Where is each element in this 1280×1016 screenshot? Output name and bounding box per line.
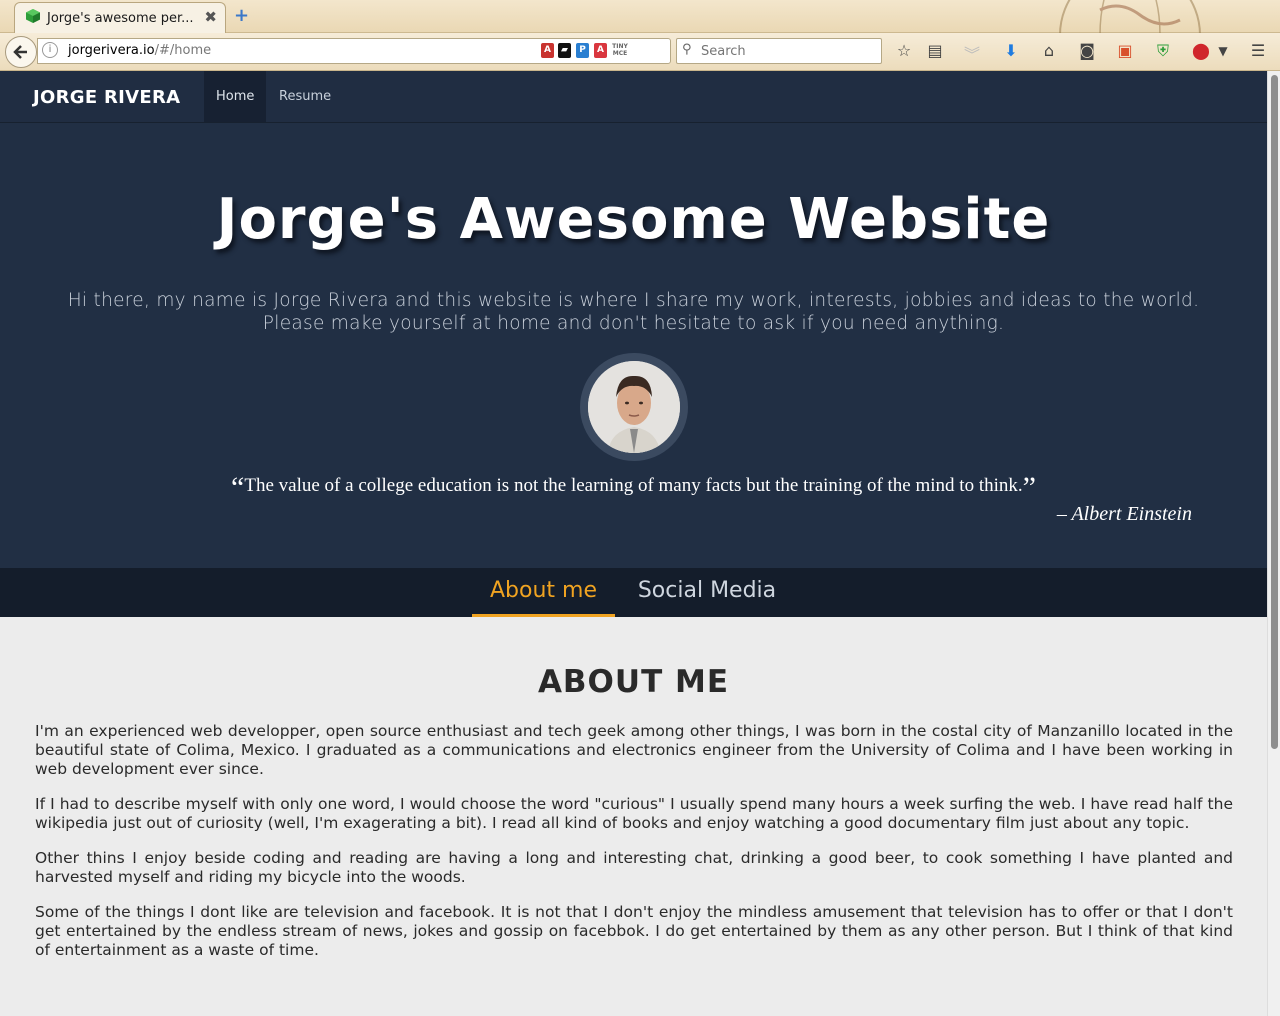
about-heading: ABOUT ME [537, 664, 730, 700]
intro-line-2: Please make yourself at home and don't h… [262, 313, 1005, 334]
download-icon[interactable]: ⬇ [1001, 41, 1021, 60]
about-paragraph: I'm an experienced web developper, open … [35, 722, 1233, 778]
quote-open-mark: “ [231, 471, 245, 504]
portrait-illustration [588, 361, 680, 453]
address-bar[interactable]: i jorgerivera.io/#/home A ▰ P A TINY MCE… [37, 38, 690, 64]
about-paragraph: Other thins I enjoy beside coding and re… [35, 849, 1233, 886]
angular-red-extension-icon[interactable]: A [594, 43, 607, 58]
chevron-down-icon[interactable]: ▼ [1213, 44, 1233, 58]
nav-link-resume[interactable]: Resume [267, 71, 343, 122]
back-button[interactable] [5, 36, 37, 68]
address-bar-url[interactable]: jorgerivera.io/#/home [68, 43, 211, 58]
hero-title: Jorge's Awesome Website [216, 187, 1051, 252]
scrollbar-thumb[interactable] [1271, 75, 1278, 749]
section-tabs: About me Social Media [0, 568, 1267, 617]
site-info-icon[interactable]: i [42, 42, 58, 58]
hero-intro: Hi there, my name is Jorge Rivera and th… [40, 289, 1227, 335]
cube-favicon-icon [26, 9, 40, 23]
reading-list-icon[interactable]: ▤ [925, 41, 945, 60]
about-paragraph: Some of the things I dont like are telev… [35, 903, 1233, 959]
about-paragraphs: I'm an experienced web developper, open … [35, 722, 1233, 976]
flag-extension-icon[interactable]: ▰ [558, 43, 571, 58]
hero-quote: “The value of a college education is not… [0, 473, 1267, 503]
bookmark-star-icon[interactable]: ☆ [894, 41, 914, 60]
search-box[interactable]: ⚲ [676, 38, 882, 64]
quote-text: The value of a college education is not … [244, 475, 1023, 496]
pocket-chevrons-icon[interactable]: ︾ [962, 41, 982, 65]
browser-tab-strip: Jorge's awesome per... ✖ + [0, 0, 1280, 80]
avatar [580, 353, 688, 461]
about-paragraph: If I had to describe myself with only on… [35, 795, 1233, 832]
angular-extension-icon[interactable]: A [541, 43, 554, 58]
home-icon[interactable]: ⌂ [1039, 41, 1059, 60]
web-page: JORGE RIVERA Home Resume Jorge's Awesome… [0, 71, 1267, 1016]
tab-title: Jorge's awesome per... [47, 11, 194, 26]
shield-green-icon[interactable]: ⛨ [1153, 41, 1173, 61]
site-navbar: JORGE RIVERA Home Resume [0, 71, 1267, 123]
quote-close-mark: ” [1022, 471, 1036, 504]
quote-author: – Albert Einstein [1056, 503, 1192, 525]
pocket-icon[interactable]: ◙ [1077, 41, 1097, 60]
site-brand[interactable]: JORGE RIVERA [33, 87, 180, 108]
p-extension-icon[interactable]: P [576, 43, 589, 58]
nav-link-home[interactable]: Home [204, 71, 267, 122]
extension-orange-icon[interactable]: ▣ [1115, 41, 1135, 60]
avatar-photo [588, 361, 680, 453]
back-arrow-icon [13, 45, 27, 59]
about-section: ABOUT ME I'm an experienced web developp… [0, 617, 1267, 1016]
browser-tab[interactable]: Jorge's awesome per... ✖ [14, 2, 226, 33]
tab-close-icon[interactable]: ✖ [204, 8, 217, 26]
hamburger-menu-icon[interactable]: ☰ [1248, 41, 1268, 60]
new-tab-icon[interactable]: + [234, 5, 249, 26]
tab-social-media[interactable]: Social Media [628, 568, 786, 614]
tinymce-extension-icon[interactable]: TINY MCE [612, 43, 628, 58]
search-icon: ⚲ [682, 42, 692, 57]
page-scrollbar[interactable] [1267, 71, 1280, 1016]
tab-about-me[interactable]: About me [472, 568, 615, 617]
search-input[interactable] [699, 41, 873, 61]
browser-toolbar: i jorgerivera.io/#/home A ▰ P A TINY MCE… [0, 33, 1280, 71]
hero-section: Jorge's Awesome Website Hi there, my nam… [0, 123, 1267, 568]
intro-line-1: Hi there, my name is Jorge Rivera and th… [67, 290, 1200, 311]
adblock-icon[interactable]: ⬤ [1191, 41, 1211, 60]
